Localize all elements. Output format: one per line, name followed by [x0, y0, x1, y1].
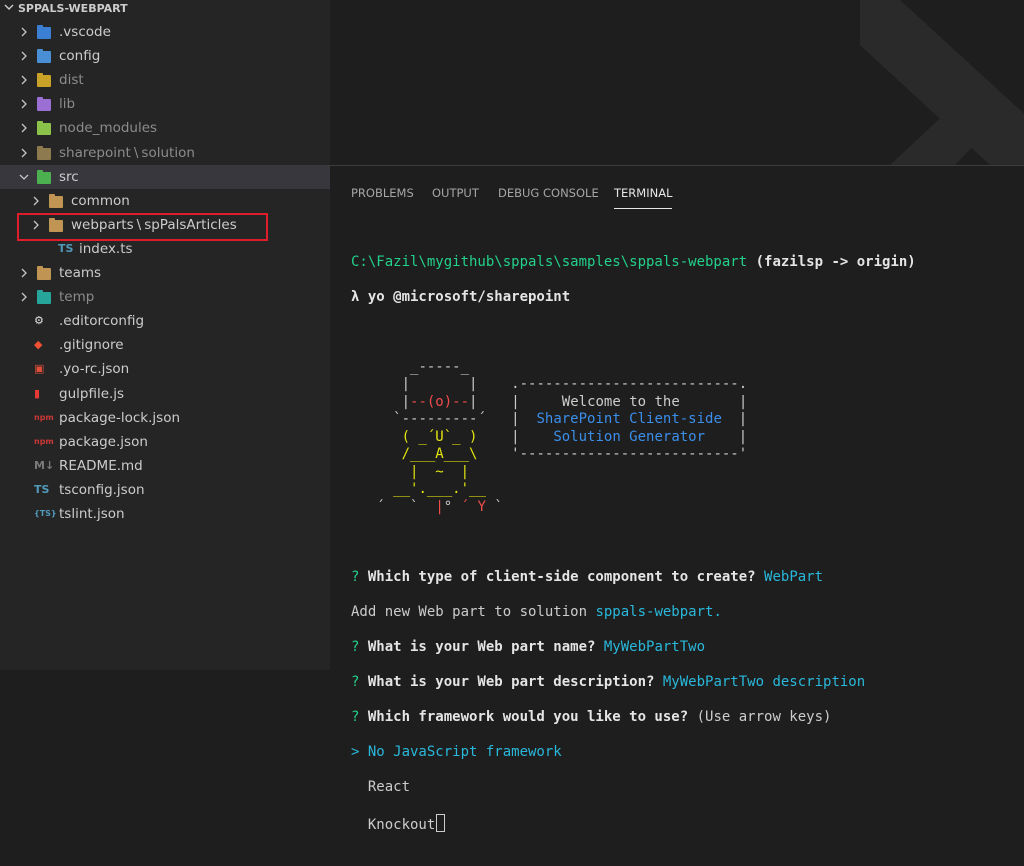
terminal-path: C:\Fazil\mygithub\sppals\samples\sppals-… — [351, 253, 748, 270]
tree-item-dist[interactable]: dist — [0, 68, 330, 92]
tree-item-label: gulpfile.js — [59, 385, 125, 402]
chevron-right-icon[interactable] — [18, 285, 30, 309]
tree-item-readme-md[interactable]: M↓ README.md — [0, 454, 330, 478]
explorer-sidebar: SPPALS-WEBPART .vscode config dist lib node_… — [0, 0, 330, 670]
tree-item-label: teams — [59, 265, 102, 281]
tree-item-common[interactable]: common — [0, 189, 330, 213]
terminal-output[interactable]: C:\Fazil\mygithub\sppals\samples\sppals-… — [351, 236, 916, 866]
bottom-panel: PROBLEMS OUTPUT DEBUG CONSOLE TERMINAL C… — [330, 165, 1024, 833]
tree-item-label: .gitignore — [59, 337, 124, 354]
tree-item-lib[interactable]: lib — [0, 92, 330, 116]
tab-terminal[interactable]: TERMINAL — [614, 186, 673, 209]
temp-folder-icon — [37, 290, 51, 305]
json-icon: {TS} — [34, 509, 57, 518]
chevron-right-icon[interactable] — [18, 20, 30, 44]
chevron-right-icon[interactable] — [18, 141, 30, 165]
yeoman-icon: ▣ — [34, 362, 45, 376]
tab-output[interactable]: OUTPUT — [432, 186, 479, 200]
tree-item-src[interactable]: src — [0, 164, 330, 189]
tree-item-label: package.json — [59, 433, 148, 450]
tree-item-node-modules[interactable]: node_modules — [0, 116, 330, 140]
tree-item-label: node_modules — [59, 120, 158, 137]
tree-item-sharepoint[interactable]: sharepoint \ solution — [0, 141, 330, 165]
tab-problems[interactable]: PROBLEMS — [351, 186, 414, 200]
chevron-right-icon[interactable] — [18, 116, 30, 140]
tree-item-label: src — [59, 168, 79, 185]
explorer-section-header[interactable]: SPPALS-WEBPART — [0, 0, 330, 18]
chevron-right-icon[interactable] — [30, 189, 42, 213]
tree-item-label: package-lock.json — [59, 409, 181, 426]
info-add-webpart: Add new Web part to solution sppals-webp… — [351, 603, 722, 620]
explorer-title: SPPALS-WEBPART — [18, 2, 128, 15]
vscode-logo-watermark — [860, 0, 1024, 165]
tree-item-label: sharepoint \ solution — [59, 144, 195, 161]
editorconfig-icon: ⚙ — [34, 314, 44, 328]
tree-item-yo-rc-json[interactable]: ▣ .yo-rc.json — [0, 357, 330, 381]
tree-item-tsconfig-json[interactable]: TS tsconfig.json — [0, 478, 330, 502]
folder-icon — [37, 266, 51, 280]
tree-item-label: .vscode — [59, 24, 111, 40]
terminal-command: λ yo @microsoft/sharepoint — [351, 288, 571, 305]
prompt-webpart-description: ? What is your Web part description? MyW… — [351, 673, 866, 690]
tree-item-gulpfile-js[interactable]: ▮ gulpfile.js — [0, 382, 330, 406]
prompt-webpart-name: ? What is your Web part name? MyWebPartT… — [351, 638, 706, 655]
tree-item-temp[interactable]: temp — [0, 285, 330, 309]
tree-item-gitignore[interactable]: ◆ .gitignore — [0, 333, 330, 357]
git-branch: (fazilsp -> origin) — [755, 253, 916, 270]
prompt-component-type: ? Which type of client-side component to… — [351, 568, 824, 585]
tree-item-vscode[interactable]: .vscode — [0, 20, 330, 44]
tsconfig-icon: TS — [34, 482, 50, 496]
npm-icon: npm — [34, 436, 54, 446]
tree-item-label: tslint.json — [59, 506, 125, 522]
tree-item-label: common — [71, 192, 130, 209]
tree-item-label: .yo-rc.json — [59, 361, 130, 378]
folder-icon — [49, 193, 63, 208]
folder-icon — [37, 145, 51, 160]
yeoman-banner: _-----_ | | .--------------------------.… — [376, 358, 748, 515]
chevron-right-icon[interactable] — [18, 68, 30, 92]
config-folder-icon — [37, 49, 51, 64]
gulp-icon: ▮ — [34, 386, 41, 400]
prompt-framework: ? Which framework would you like to use?… — [351, 708, 832, 725]
tree-item-editorconfig[interactable]: ⚙ .editorconfig — [0, 309, 330, 333]
chevron-down-icon — [4, 0, 18, 18]
npm-icon: npm — [34, 412, 54, 422]
src-folder-icon — [37, 169, 51, 184]
tab-debug-console[interactable]: DEBUG CONSOLE — [498, 186, 599, 200]
chevron-right-icon[interactable] — [18, 44, 30, 68]
option-no-javascript-framework[interactable]: > No JavaScript framework — [351, 744, 916, 762]
option-react[interactable]: React — [351, 779, 916, 797]
chevron-down-icon[interactable] — [18, 165, 30, 189]
git-icon: ◆ — [34, 338, 43, 352]
tree-item-label: dist — [59, 72, 84, 89]
tree-item-label: README.md — [59, 457, 143, 474]
tree-item-label: tsconfig.json — [59, 481, 145, 498]
tree-item-label: .editorconfig — [59, 313, 145, 330]
tree-item-tslint-json[interactable]: {TS} tslint.json — [0, 502, 330, 526]
tree-item-package-json[interactable]: npm package.json — [0, 430, 330, 454]
tree-item-package-lock-json[interactable]: npm package-lock.json — [0, 406, 330, 430]
terminal-cursor — [436, 813, 446, 832]
markdown-icon: M↓ — [34, 458, 55, 472]
banner-line2: SharePoint Client-side — [536, 411, 722, 427]
option-knockout[interactable]: Knockout — [351, 813, 916, 833]
dist-folder-icon — [37, 73, 51, 88]
banner-welcome: Welcome to the — [561, 393, 680, 410]
chevron-right-icon[interactable] — [18, 261, 30, 285]
node-modules-folder-icon — [37, 121, 51, 136]
terminal-prompt-line: C:\Fazil\mygithub\sppals\samples\sppals-… — [351, 254, 916, 272]
banner-line3: Solution Generator — [553, 428, 706, 445]
vscode-folder-icon — [37, 25, 51, 39]
tree-item-config[interactable]: config — [0, 44, 330, 68]
chevron-right-icon[interactable] — [18, 92, 30, 116]
tree-item-label: temp — [59, 289, 95, 306]
tree-item-label: config — [59, 48, 101, 65]
lib-folder-icon — [37, 97, 51, 112]
tree-item-teams[interactable]: teams — [0, 261, 330, 285]
editor-watermark-area — [330, 0, 1024, 165]
highlight-annotation — [17, 213, 268, 241]
tree-item-label: lib — [59, 96, 76, 113]
